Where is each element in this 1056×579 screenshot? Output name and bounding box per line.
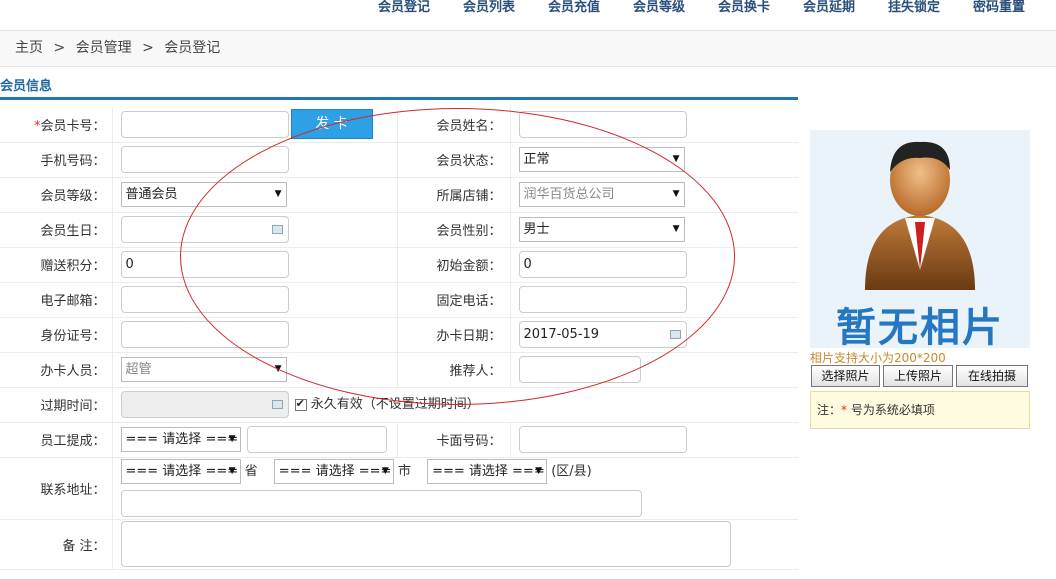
breadcrumb-home[interactable]: 主页 xyxy=(15,40,43,56)
label-store: 所属店铺： xyxy=(397,177,511,213)
nav-member-recharge[interactable]: 会员充值 xyxy=(548,0,600,16)
section-divider xyxy=(0,97,798,100)
remark-textarea[interactable] xyxy=(120,521,731,567)
breadcrumb-member-mgmt[interactable]: 会员管理 xyxy=(76,40,132,56)
breadcrumb-sep: > xyxy=(53,40,66,56)
label-tel: 固定电话： xyxy=(397,282,511,318)
chevron-down-icon: ▼ xyxy=(228,466,236,476)
nav-loss-lock[interactable]: 挂失锁定 xyxy=(888,0,940,16)
level-select[interactable]: 普通会员 ▼ xyxy=(120,182,287,207)
card-no-input[interactable] xyxy=(120,110,289,138)
label-level: 会员等级： xyxy=(0,177,113,213)
label-card-no: *会员卡号： xyxy=(0,107,113,143)
label-init-amount: 初始金额： xyxy=(397,247,511,283)
label-email: 电子邮箱： xyxy=(0,282,113,318)
breadcrumb-current: 会员登记 xyxy=(164,40,221,56)
nav-member-level[interactable]: 会员等级 xyxy=(633,0,685,16)
province-suffix: 省 xyxy=(244,464,258,479)
avatar-icon xyxy=(865,141,975,290)
status-select[interactable]: 正常 ▼ xyxy=(518,147,685,172)
calendar-icon[interactable] xyxy=(271,400,283,409)
commission-select[interactable]: === 请选择 === ▼ xyxy=(120,427,241,452)
chevron-down-icon: ▼ xyxy=(672,224,680,234)
label-points: 赠送积分： xyxy=(0,247,113,283)
nav-password-reset[interactable]: 密码重置 xyxy=(973,0,1025,16)
label-birthday: 会员生日： xyxy=(0,212,113,248)
store-select[interactable]: 润华百货总公司 ▼ xyxy=(518,182,685,207)
nav-member-change-card[interactable]: 会员换卡 xyxy=(718,0,770,16)
select-photo-button[interactable]: 选择照片 xyxy=(811,365,880,387)
province-select[interactable]: === 请选择 === ▼ xyxy=(120,459,241,484)
nav-member-extend[interactable]: 会员延期 xyxy=(803,0,855,16)
operator-select[interactable]: 超管 ▼ xyxy=(120,357,287,382)
label-operator: 办卡人员： xyxy=(0,352,113,388)
id-no-input[interactable] xyxy=(120,321,289,348)
face-no-input[interactable] xyxy=(518,426,687,453)
label-address: 联系地址： xyxy=(0,457,113,520)
label-phone: 手机号码： xyxy=(0,142,113,178)
top-nav: 会员登记 会员列表 会员充值 会员等级 会员换卡 会员延期 挂失锁定 密码重置 xyxy=(0,0,1056,18)
nav-member-list[interactable]: 会员列表 xyxy=(463,0,515,16)
commission-input[interactable] xyxy=(246,426,387,453)
nav-member-register[interactable]: 会员登记 xyxy=(378,0,430,16)
chevron-down-icon: ▼ xyxy=(381,466,389,476)
referrer-input[interactable] xyxy=(518,356,641,383)
label-staff-commission: 员工提成： xyxy=(0,422,113,458)
no-photo-caption: 暂无相片 xyxy=(836,305,1004,348)
label-referrer: 推荐人： xyxy=(397,352,511,388)
label-expire: 过期时间： xyxy=(0,387,113,423)
chevron-down-icon: ▼ xyxy=(672,154,680,164)
issue-date-input[interactable]: 2017-05-19 xyxy=(518,321,687,348)
chevron-down-icon: ▼ xyxy=(672,189,680,199)
chevron-down-icon: ▼ xyxy=(274,189,282,199)
breadcrumb-sep: > xyxy=(142,40,154,56)
chevron-down-icon: ▼ xyxy=(535,466,543,476)
issue-card-button[interactable]: 发 卡 xyxy=(290,109,373,140)
email-input[interactable] xyxy=(120,286,289,313)
district-suffix: (区/县) xyxy=(551,464,592,479)
phone-input[interactable] xyxy=(120,146,289,173)
district-select[interactable]: === 请选择 === ▼ xyxy=(427,459,548,484)
init-amount-input[interactable]: 0 xyxy=(518,251,687,278)
online-capture-button[interactable]: 在线拍摄 xyxy=(956,365,1028,387)
city-suffix: 市 xyxy=(397,464,411,479)
label-id-no: 身份证号： xyxy=(0,317,113,353)
label-name: 会员姓名： xyxy=(397,107,511,143)
label-gender: 会员性别： xyxy=(397,212,511,248)
name-input[interactable] xyxy=(518,110,687,138)
forever-valid-checkbox[interactable] xyxy=(294,397,307,411)
address-detail-input[interactable] xyxy=(120,490,642,517)
calendar-icon[interactable] xyxy=(271,225,283,234)
required-note: 注：* 号为系统必填项 xyxy=(810,391,1030,429)
expire-input[interactable] xyxy=(120,391,289,418)
label-issue-date: 办卡日期： xyxy=(397,317,511,353)
birthday-input[interactable] xyxy=(120,216,289,243)
breadcrumb: 主页 > 会员管理 > 会员登记 xyxy=(0,30,1056,67)
label-face-no: 卡面号码： xyxy=(397,422,511,458)
tel-input[interactable] xyxy=(518,286,687,313)
member-form: *会员卡号： 发 卡 会员姓名： 手机号码： 会员状态： 正常 ▼ 会员等级： 普… xyxy=(0,107,798,570)
section-title: 会员信息 xyxy=(0,79,53,94)
chevron-down-icon: ▼ xyxy=(274,364,282,374)
points-input[interactable]: 0 xyxy=(120,251,289,278)
forever-valid-label: 永久有效（不设置过期时间） xyxy=(310,397,480,412)
photo-size-hint: 相片支持大小为200*200 xyxy=(810,351,946,365)
gender-select[interactable]: 男士 ▼ xyxy=(518,217,685,242)
label-status: 会员状态： xyxy=(397,142,511,178)
upload-photo-button[interactable]: 上传照片 xyxy=(883,365,953,387)
member-photo: 暂无相片 xyxy=(810,130,1030,348)
label-remark: 备 注： xyxy=(0,519,113,570)
chevron-down-icon: ▼ xyxy=(228,434,236,444)
city-select[interactable]: === 请选择 === ▼ xyxy=(273,459,394,484)
calendar-icon[interactable] xyxy=(669,330,681,339)
